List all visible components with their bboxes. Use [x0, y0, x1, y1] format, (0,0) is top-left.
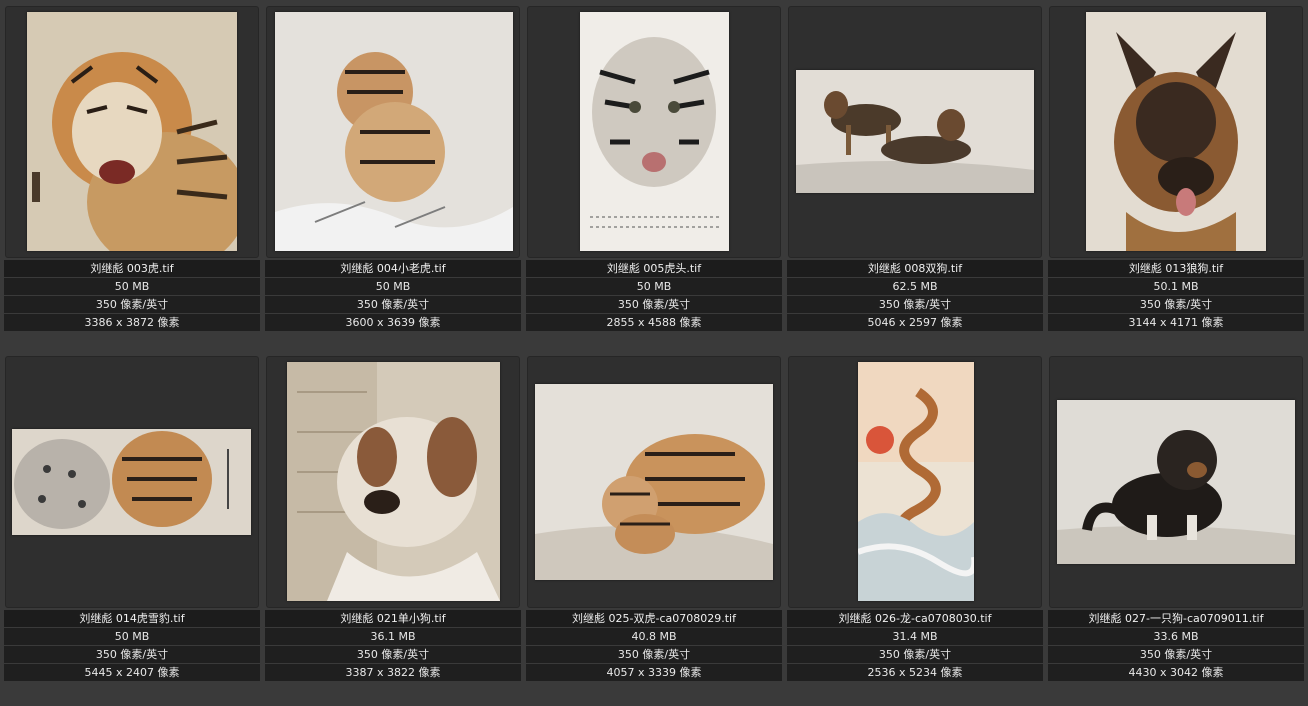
thumbnail-frame[interactable]	[1049, 356, 1303, 608]
thumbnail-item[interactable]: 刘继彪 003虎.tif 50 MB 350 像素/英寸 3386 x 3872…	[4, 6, 260, 336]
file-name: 刘继彪 005虎头.tif	[526, 260, 782, 277]
thumbnail-frame[interactable]	[266, 6, 520, 258]
tiger-head-image[interactable]	[580, 12, 729, 251]
file-dimensions: 5046 x 2597 像素	[787, 314, 1043, 331]
thumbnail-frame[interactable]	[1049, 6, 1303, 258]
file-resolution: 350 像素/英寸	[4, 296, 260, 313]
two-dogs-image[interactable]	[796, 70, 1034, 193]
dragon-image[interactable]	[858, 362, 974, 601]
thumbnail-item[interactable]: 刘继彪 027-一只狗-ca0709011.tif 33.6 MB 350 像素…	[1048, 356, 1304, 686]
tiger-cub-snow-image[interactable]	[275, 12, 513, 251]
thumbnail-item[interactable]: 刘继彪 026-龙-ca0708030.tif 31.4 MB 350 像素/英…	[787, 356, 1043, 686]
file-name: 刘继彪 008双狗.tif	[787, 260, 1043, 277]
tiger-portrait-image[interactable]	[27, 12, 237, 251]
file-name: 刘继彪 025-双虎-ca0708029.tif	[526, 610, 782, 627]
file-dimensions: 2855 x 4588 像素	[526, 314, 782, 331]
file-name: 刘继彪 013狼狗.tif	[1048, 260, 1304, 277]
file-name: 刘继彪 021单小狗.tif	[265, 610, 521, 627]
file-resolution: 350 像素/英寸	[1048, 646, 1304, 663]
file-dimensions: 2536 x 5234 像素	[787, 664, 1043, 681]
thumbnail-frame[interactable]	[527, 6, 781, 258]
thumbnail-frame[interactable]	[5, 356, 259, 608]
thumbnail-item[interactable]: 刘继彪 013狼狗.tif 50.1 MB 350 像素/英寸 3144 x 4…	[1048, 6, 1304, 336]
file-name: 刘继彪 014虎雪豹.tif	[4, 610, 260, 627]
file-size: 40.8 MB	[526, 628, 782, 645]
thumbnail-frame[interactable]	[788, 356, 1042, 608]
file-size: 33.6 MB	[1048, 628, 1304, 645]
file-size: 36.1 MB	[265, 628, 521, 645]
file-dimensions: 5445 x 2407 像素	[4, 664, 260, 681]
file-size: 62.5 MB	[787, 278, 1043, 295]
file-dimensions: 3387 x 3822 像素	[265, 664, 521, 681]
thumbnail-frame[interactable]	[527, 356, 781, 608]
file-resolution: 350 像素/英寸	[265, 646, 521, 663]
file-resolution: 350 像素/英寸	[787, 296, 1043, 313]
file-resolution: 350 像素/英寸	[787, 646, 1043, 663]
file-size: 50 MB	[4, 278, 260, 295]
file-size: 31.4 MB	[787, 628, 1043, 645]
thumbnail-item[interactable]: 刘继彪 014虎雪豹.tif 50 MB 350 像素/英寸 5445 x 24…	[4, 356, 260, 686]
tiger-snow-leopard-image[interactable]	[12, 429, 251, 535]
bottom-edge	[0, 690, 1308, 706]
file-resolution: 350 像素/英寸	[4, 646, 260, 663]
file-name: 刘继彪 004小老虎.tif	[265, 260, 521, 277]
file-dimensions: 4057 x 3339 像素	[526, 664, 782, 681]
file-resolution: 350 像素/英寸	[526, 296, 782, 313]
file-name: 刘继彪 003虎.tif	[4, 260, 260, 277]
file-size: 50 MB	[4, 628, 260, 645]
thumbnail-item[interactable]: 刘继彪 004小老虎.tif 50 MB 350 像素/英寸 3600 x 36…	[265, 6, 521, 336]
file-dimensions: 4430 x 3042 像素	[1048, 664, 1304, 681]
file-name: 刘继彪 026-龙-ca0708030.tif	[787, 610, 1043, 627]
file-size: 50.1 MB	[1048, 278, 1304, 295]
black-dog-image[interactable]	[1057, 400, 1295, 564]
thumbnail-item[interactable]: 刘继彪 008双狗.tif 62.5 MB 350 像素/英寸 5046 x 2…	[787, 6, 1043, 336]
file-size: 50 MB	[265, 278, 521, 295]
puppy-image[interactable]	[287, 362, 500, 601]
file-dimensions: 3386 x 3872 像素	[4, 314, 260, 331]
thumbnail-frame[interactable]	[788, 6, 1042, 258]
thumbnail-item[interactable]: 刘继彪 025-双虎-ca0708029.tif 40.8 MB 350 像素/…	[526, 356, 782, 686]
file-resolution: 350 像素/英寸	[265, 296, 521, 313]
thumbnail-item[interactable]: 刘继彪 005虎头.tif 50 MB 350 像素/英寸 2855 x 458…	[526, 6, 782, 336]
two-tigers-image[interactable]	[535, 384, 773, 580]
file-dimensions: 3600 x 3639 像素	[265, 314, 521, 331]
thumbnail-grid: 刘继彪 003虎.tif 50 MB 350 像素/英寸 3386 x 3872…	[0, 0, 1308, 706]
thumbnail-frame[interactable]	[266, 356, 520, 608]
thumbnail-frame[interactable]	[5, 6, 259, 258]
file-dimensions: 3144 x 4171 像素	[1048, 314, 1304, 331]
file-name: 刘继彪 027-一只狗-ca0709011.tif	[1048, 610, 1304, 627]
shepherd-dog-image[interactable]	[1086, 12, 1266, 251]
file-resolution: 350 像素/英寸	[526, 646, 782, 663]
thumbnail-item[interactable]: 刘继彪 021单小狗.tif 36.1 MB 350 像素/英寸 3387 x …	[265, 356, 521, 686]
file-resolution: 350 像素/英寸	[1048, 296, 1304, 313]
file-size: 50 MB	[526, 278, 782, 295]
